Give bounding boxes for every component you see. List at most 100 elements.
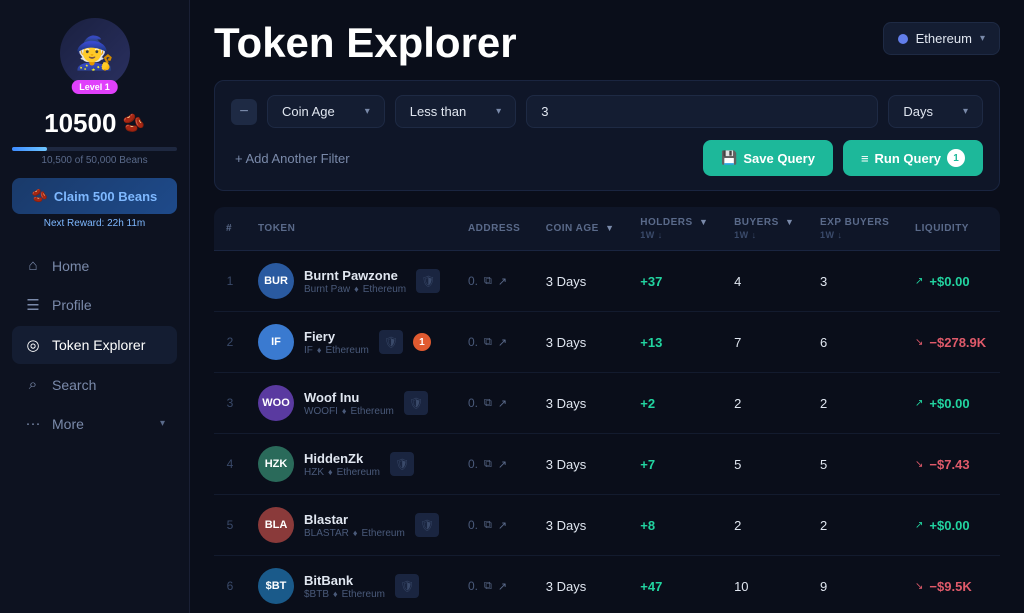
holders-cell: +37	[628, 251, 722, 312]
token-cell: HZK HiddenZk HZK ♦ Ethereum 🛡	[246, 434, 456, 495]
shield-icon: 🛡	[416, 269, 440, 293]
trend-up-icon: ↗	[915, 276, 923, 287]
row-number: 1	[214, 251, 246, 312]
address-value: 0.	[468, 579, 478, 593]
copy-icon[interactable]: ⧉	[484, 275, 492, 288]
add-filter-button[interactable]: + Add Another Filter	[231, 145, 354, 172]
remove-filter-button[interactable]: −	[231, 99, 257, 125]
home-icon: ⌂	[24, 257, 42, 274]
liquidity-cell: ↗ +$0.00	[903, 251, 1000, 312]
sidebar-item-token-explorer[interactable]: ◎ Token Explorer	[12, 326, 177, 364]
filter-value-input[interactable]	[526, 95, 878, 128]
copy-icon[interactable]: ⧉	[484, 519, 492, 532]
address-value: 0.	[468, 396, 478, 410]
filter-operator-label: Less than	[410, 104, 466, 119]
run-query-button[interactable]: ≡ Run Query 1	[843, 140, 983, 176]
nav-list: ⌂ Home ☰ Profile ◎ Token Explorer ⌕ Sear…	[12, 247, 177, 444]
chevron-down-icon: ▾	[365, 106, 370, 117]
liquidity-value: +$0.00	[929, 274, 969, 289]
query-buttons: 💾 Save Query ≡ Run Query 1	[703, 140, 983, 176]
shield-icon: 🛡	[395, 574, 419, 598]
network-selector[interactable]: Ethereum ▾	[883, 22, 1000, 55]
token-avatar: IF	[258, 324, 294, 360]
liquidity-cell: ↗ +$0.00	[903, 373, 1000, 434]
run-label: Run Query	[875, 151, 941, 166]
external-link-icon[interactable]: ↗	[498, 275, 507, 288]
exp-buyers-cell: 3	[808, 251, 903, 312]
trend-down-icon: ↘	[915, 337, 923, 348]
filter-operator-selector[interactable]: Less than ▾	[395, 95, 516, 128]
coin-age-cell: 3 Days	[534, 434, 629, 495]
col-exp-buyers[interactable]: EXP BUYERS1W ↓	[808, 207, 903, 251]
sidebar-item-label: More	[52, 416, 84, 432]
run-count-badge: 1	[947, 149, 965, 167]
save-query-button[interactable]: 💾 Save Query	[703, 140, 833, 176]
run-icon: ≡	[861, 151, 869, 166]
col-buyers[interactable]: BUYERS ▼1W ↓	[722, 207, 808, 251]
sidebar-item-profile[interactable]: ☰ Profile	[12, 286, 177, 324]
trend-down-icon: ↘	[915, 581, 923, 592]
eth-icon: ♦	[342, 406, 347, 416]
copy-icon[interactable]: ⧉	[484, 336, 492, 349]
table-row[interactable]: 3 WOO Woof Inu WOOFI ♦ Ethereum 🛡 0.	[214, 373, 1000, 434]
coin-age-cell: 3 Days	[534, 495, 629, 556]
token-name: BitBank	[304, 573, 385, 588]
eth-icon: ♦	[317, 345, 322, 355]
table-row[interactable]: 1 BUR Burnt Pawzone Burnt Paw ♦ Ethereum…	[214, 251, 1000, 312]
address-cell: 0. ⧉ ↗	[456, 495, 534, 556]
trend-up-icon: ↗	[915, 398, 923, 409]
coin-age-cell: 3 Days	[534, 556, 629, 613]
address-cell: 0. ⧉ ↗	[456, 251, 534, 312]
copy-icon[interactable]: ⧉	[484, 397, 492, 410]
holders-cell: +7	[628, 434, 722, 495]
token-cell: BLA Blastar BLASTAR ♦ Ethereum 🛡	[246, 495, 456, 556]
claim-beans-button[interactable]: 🫘 Claim 500 Beans	[12, 178, 177, 214]
col-holders[interactable]: HOLDERS ▼1W ↓	[628, 207, 722, 251]
col-token: TOKEN	[246, 207, 456, 251]
external-link-icon[interactable]: ↗	[498, 580, 507, 593]
beans-label: 10,500 of 50,000 Beans	[41, 155, 147, 166]
external-link-icon[interactable]: ↗	[498, 336, 507, 349]
coin-age-cell: 3 Days	[534, 251, 629, 312]
token-avatar: HZK	[258, 446, 294, 482]
search-icon: ⌕	[24, 376, 42, 393]
filter-unit-selector[interactable]: Days ▾	[888, 95, 983, 128]
token-avatar: BLA	[258, 507, 294, 543]
filter-unit-label: Days	[903, 104, 933, 119]
filter-actions: + Add Another Filter 💾 Save Query ≡ Run …	[231, 140, 983, 176]
table-row[interactable]: 5 BLA Blastar BLASTAR ♦ Ethereum 🛡 0.	[214, 495, 1000, 556]
address-cell: 0. ⧉ ↗	[456, 373, 534, 434]
token-sub: HZK ♦ Ethereum	[304, 467, 380, 478]
filter-field-selector[interactable]: Coin Age ▾	[267, 95, 385, 128]
token-info: Burnt Pawzone Burnt Paw ♦ Ethereum	[304, 268, 406, 295]
coin-age-cell: 3 Days	[534, 373, 629, 434]
sidebar-item-search[interactable]: ⌕ Search	[12, 366, 177, 403]
copy-icon[interactable]: ⧉	[484, 458, 492, 471]
exp-buyers-cell: 6	[808, 312, 903, 373]
copy-icon[interactable]: ⧉	[484, 580, 492, 593]
table-row[interactable]: 6 $BT BitBank $BTB ♦ Ethereum 🛡 0. ⧉	[214, 556, 1000, 613]
network-label: Ethereum	[916, 31, 972, 46]
address-cell: 0. ⧉ ↗	[456, 434, 534, 495]
col-coin-age[interactable]: COIN AGE ▼	[534, 207, 629, 251]
token-sub: IF ♦ Ethereum	[304, 345, 369, 356]
shield-icon: 🛡	[390, 452, 414, 476]
token-network: Ethereum	[337, 467, 380, 478]
table-row[interactable]: 4 HZK HiddenZk HZK ♦ Ethereum 🛡 0. ⧉	[214, 434, 1000, 495]
external-link-icon[interactable]: ↗	[498, 458, 507, 471]
token-sub: Burnt Paw ♦ Ethereum	[304, 284, 406, 295]
avatar-image: 🧙	[60, 18, 130, 88]
holders-cell: +13	[628, 312, 722, 373]
page-title: Token Explorer	[214, 22, 517, 64]
external-link-icon[interactable]: ↗	[498, 397, 507, 410]
buyers-cell: 7	[722, 312, 808, 373]
token-ticker: Burnt Paw	[304, 284, 350, 295]
eth-icon: ♦	[333, 589, 338, 599]
ethereum-dot-icon	[898, 34, 908, 44]
sidebar-item-home[interactable]: ⌂ Home	[12, 247, 177, 284]
table-row[interactable]: 2 IF Fiery IF ♦ Ethereum 🛡 1 0. ⧉	[214, 312, 1000, 373]
token-avatar: $BT	[258, 568, 294, 604]
token-cell: BUR Burnt Pawzone Burnt Paw ♦ Ethereum 🛡	[246, 251, 456, 312]
sidebar-item-more[interactable]: ··· More ▾	[12, 405, 177, 442]
external-link-icon[interactable]: ↗	[498, 519, 507, 532]
